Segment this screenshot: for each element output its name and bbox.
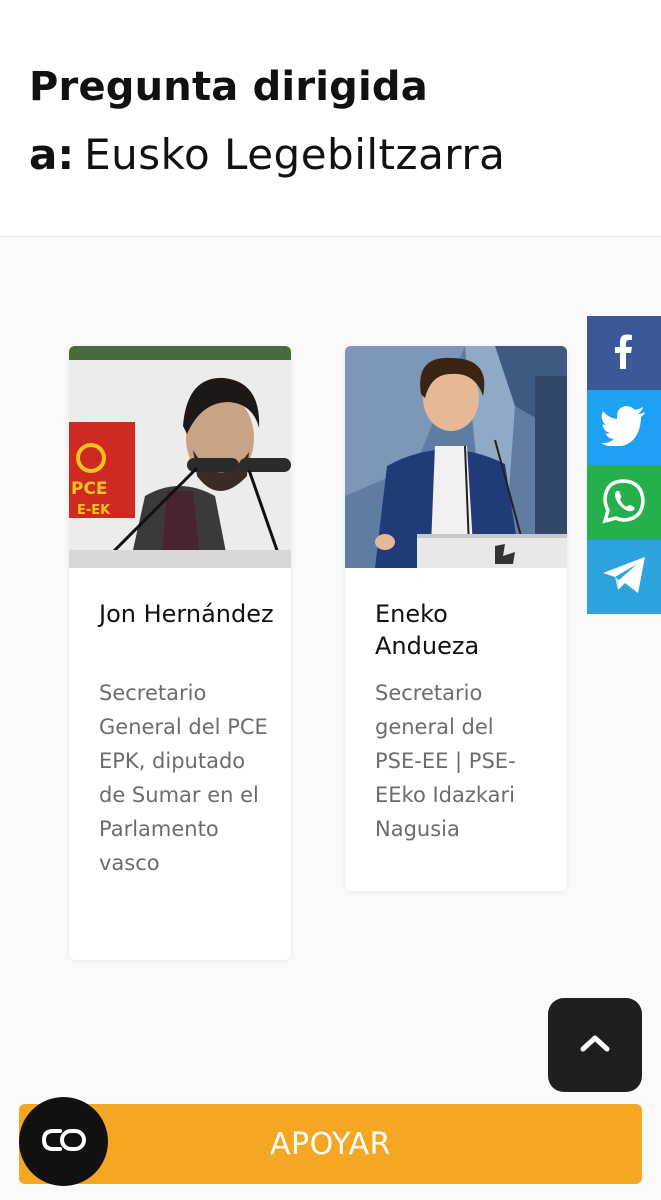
target-name: Eusko Legebiltzarra <box>84 130 506 179</box>
telegram-icon <box>601 555 647 599</box>
scroll-to-top-button[interactable] <box>548 998 642 1092</box>
recipient-card[interactable]: PCE E-EK Jon Hernández Secretario Genera… <box>69 346 291 960</box>
recipient-name: Eneko Andueza <box>375 600 480 660</box>
recipient-role: Secretario general del PSE-EE | PSE-EEko… <box>375 681 516 841</box>
support-button-label: APOYAR <box>270 1126 391 1162</box>
share-bar <box>587 316 661 614</box>
twitter-icon <box>601 405 647 450</box>
recipient-card[interactable]: Eneko Andueza Secretario general del PSE… <box>345 346 567 891</box>
page-header: Pregunta dirigida a: Eusko Legebiltzarra <box>0 0 661 237</box>
share-telegram-button[interactable] <box>587 540 661 614</box>
recipient-photo <box>345 346 567 568</box>
recipient-name: Jon Hernández <box>99 600 274 628</box>
floating-co-button[interactable] <box>19 1097 108 1186</box>
svg-text:PCE: PCE <box>71 479 108 499</box>
facebook-icon <box>604 331 644 375</box>
recipient-photo: PCE E-EK <box>69 346 291 568</box>
chevron-up-icon <box>580 1033 610 1057</box>
co-logo-icon <box>40 1125 88 1159</box>
support-button[interactable]: APOYAR <box>19 1104 642 1184</box>
share-twitter-button[interactable] <box>587 390 661 465</box>
share-whatsapp-button[interactable] <box>587 465 661 540</box>
recipient-target: a: Eusko Legebiltzarra <box>29 130 505 179</box>
share-facebook-button[interactable] <box>587 316 661 390</box>
whatsapp-icon <box>600 477 648 529</box>
svg-text:E-EK: E-EK <box>77 503 111 518</box>
target-prefix: a: <box>29 130 75 179</box>
recipient-role: Secretario General del PCE EPK, diputado… <box>99 681 268 875</box>
page-title: Pregunta dirigida <box>29 64 428 110</box>
